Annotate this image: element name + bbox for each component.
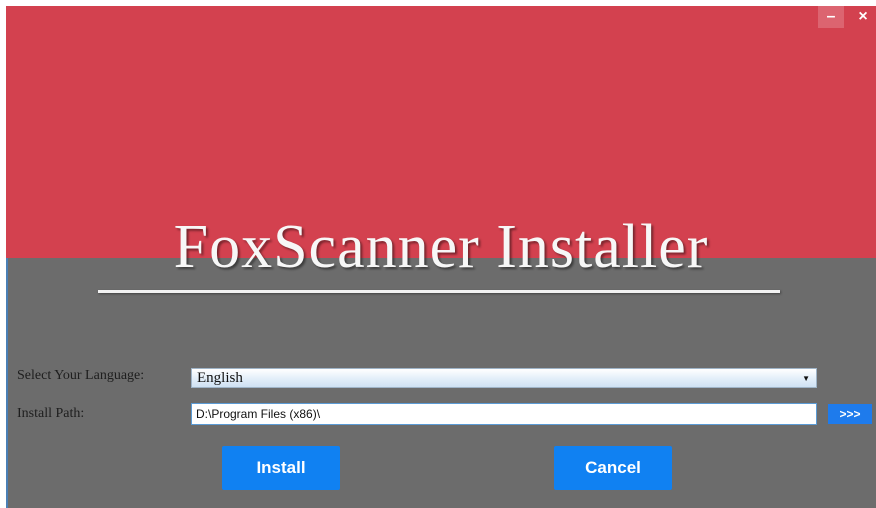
install-button[interactable]: Install: [222, 446, 340, 490]
language-select[interactable]: English ▼: [191, 368, 817, 388]
installer-window: – × FoxScanner Installer Select Your Lan…: [6, 6, 876, 508]
window-edge: [6, 258, 8, 508]
browse-button[interactable]: >>>: [828, 404, 872, 424]
title-underline: [98, 290, 780, 293]
dropdown-arrow-icon: ▼: [802, 374, 810, 383]
close-icon[interactable]: ×: [850, 6, 876, 28]
install-path-input[interactable]: [191, 403, 817, 425]
minimize-icon[interactable]: –: [818, 6, 844, 28]
language-value: English: [197, 370, 243, 386]
cancel-button[interactable]: Cancel: [554, 446, 672, 490]
installer-title: FoxScanner Installer: [173, 213, 709, 281]
install-path-label: Install Path:: [17, 406, 85, 421]
language-label: Select Your Language:: [17, 368, 145, 383]
